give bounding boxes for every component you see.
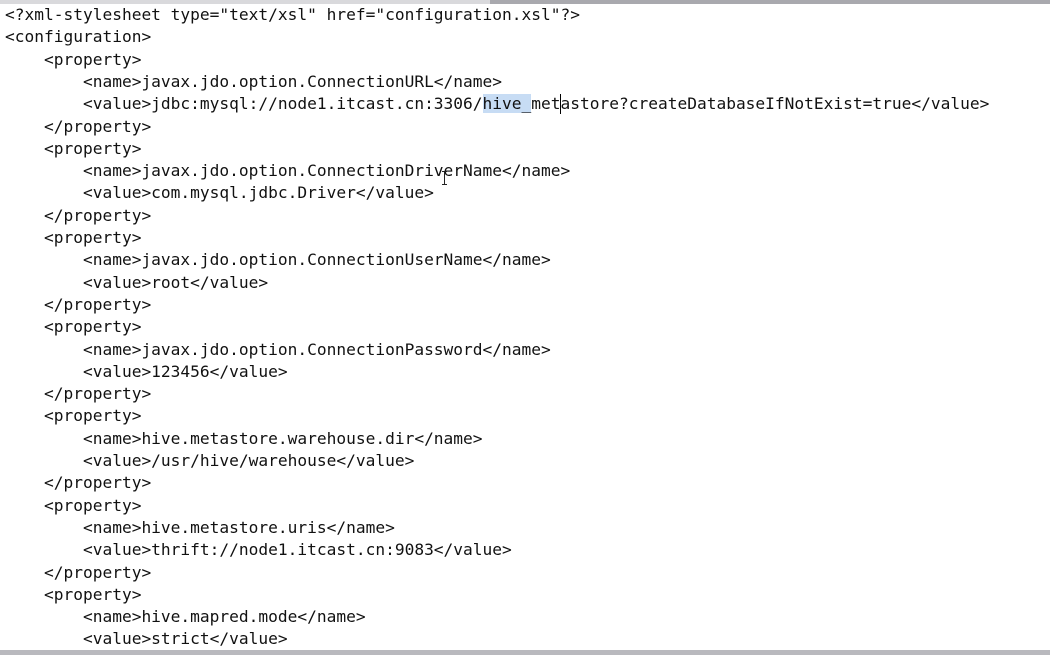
code-text: <value>jdbc:mysql://node1.itcast.cn:3306…: [5, 94, 483, 114]
i-beam-cursor-icon: [442, 171, 447, 185]
code-line: <name>javax.jdo.option.ConnectionURL</na…: [5, 71, 503, 91]
code-line: </property>: [5, 116, 152, 136]
code-line: <configuration>: [5, 27, 152, 47]
code-line: <property>: [5, 49, 142, 69]
code-line: <name>hive.mapred.mode</name>: [5, 607, 366, 627]
selected-text: hive_: [482, 94, 532, 114]
code-line: <value>jdbc:mysql://node1.itcast.cn:3306…: [5, 93, 989, 115]
code-line: <name>hive.metastore.warehouse.dir</name…: [5, 428, 483, 448]
code-line: <name>javax.jdo.option.ConnectionPasswor…: [5, 339, 551, 359]
code-line: </property>: [5, 205, 152, 225]
scrollbar-thumb[interactable]: [0, 650, 1050, 655]
code-text: metastore?createDatabaseIfNotExist=true<…: [531, 94, 990, 114]
code-line: </property>: [5, 384, 152, 404]
text-caret: [560, 94, 561, 114]
xml-code-editor[interactable]: <?xml-stylesheet type="text/xsl" href="c…: [0, 0, 1050, 650]
code-line: <value>/usr/hive/warehouse</value>: [5, 451, 415, 470]
code-line: <property>: [5, 406, 142, 426]
code-line: <property>: [5, 495, 142, 515]
horizontal-scrollbar-bottom[interactable]: [0, 650, 1050, 655]
code-line: <name>javax.jdo.option.ConnectionDriverN…: [5, 161, 571, 181]
code-line: <value>123456</value>: [5, 361, 288, 381]
code-line: </property>: [5, 473, 152, 493]
code-line: <value>thrift://node1.itcast.cn:9083</va…: [5, 540, 512, 560]
code-line: <property>: [5, 138, 142, 158]
code-line: <property>: [5, 584, 142, 604]
code-line: <?xml-stylesheet type="text/xsl" href="c…: [5, 5, 580, 24]
code-line: <value>root</value>: [5, 272, 269, 292]
code-line: <value>strict</value>: [5, 629, 288, 649]
code-line: <name>hive.metastore.uris</name>: [5, 517, 395, 537]
code-line: <name>javax.jdo.option.ConnectionUserNam…: [5, 250, 551, 270]
code-line: <property>: [5, 317, 142, 337]
code-line: </property>: [5, 294, 152, 314]
code-line: </property>: [5, 562, 152, 582]
code-line: <property>: [5, 228, 142, 247]
code-line: <value>com.mysql.jdbc.Driver</value>: [5, 183, 434, 203]
